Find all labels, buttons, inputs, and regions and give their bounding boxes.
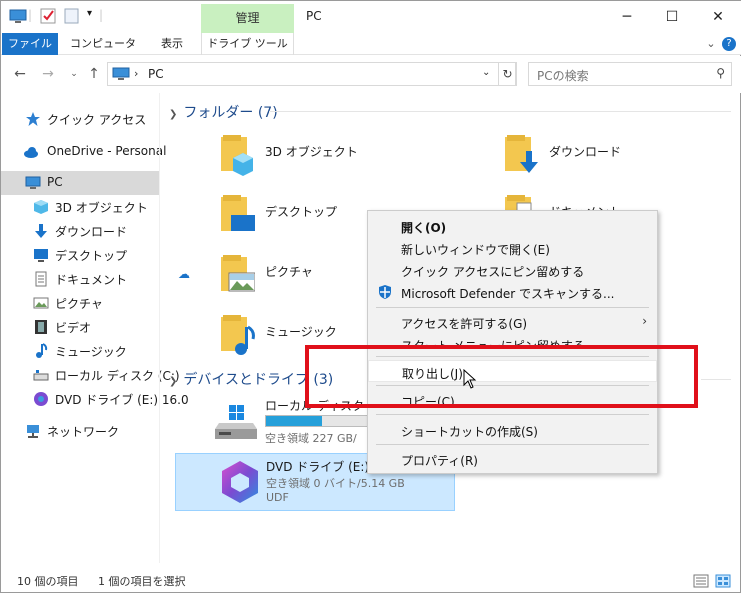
mouse-cursor-icon bbox=[463, 369, 477, 389]
desktop-icon bbox=[34, 249, 48, 262]
close-button[interactable]: ✕ bbox=[695, 3, 741, 31]
network-icon bbox=[27, 425, 39, 438]
search-input[interactable]: PCの検索 ⚲ bbox=[528, 62, 732, 86]
group-divider bbox=[269, 111, 731, 112]
sidebar-item-desktop[interactable]: デスクトップ bbox=[1, 243, 159, 267]
sidebar-item-music[interactable]: ミュージック bbox=[1, 339, 159, 363]
title-bar: | ▾ | 管理 PC ─ ☐ ✕ bbox=[1, 1, 741, 33]
explorer-window: | ▾ | 管理 PC ─ ☐ ✕ ファイル コンピューター 表示 ドライブ ツ… bbox=[0, 0, 741, 593]
folders-group-header[interactable]: ❯ フォルダー (7) bbox=[169, 102, 278, 122]
selection-count: 1 個の項目を選択 bbox=[98, 575, 186, 588]
menu-item-properties[interactable]: プロパティ(R) bbox=[368, 448, 657, 470]
large-icons-view-icon[interactable] bbox=[715, 574, 731, 588]
collapse-chevron-icon[interactable]: ❯ bbox=[169, 109, 177, 120]
minimize-button[interactable]: ─ bbox=[604, 3, 650, 31]
tab-drive-tools[interactable]: ドライブ ツール bbox=[201, 33, 294, 55]
pc-icon bbox=[25, 176, 41, 189]
pane-divider[interactable] bbox=[159, 93, 160, 563]
maximize-button[interactable]: ☐ bbox=[649, 3, 695, 31]
menu-item-give-access[interactable]: アクセスを許可する(G) › bbox=[368, 311, 657, 333]
sidebar-item-downloads[interactable]: ダウンロード bbox=[1, 219, 159, 243]
back-arrow-icon[interactable]: ← bbox=[11, 65, 29, 83]
disk-icon bbox=[33, 370, 49, 381]
title-divider: | bbox=[28, 8, 33, 22]
menu-item-pin-quick-access[interactable]: クイック アクセスにピン留めする bbox=[368, 259, 657, 281]
download-icon bbox=[35, 224, 47, 238]
tab-file[interactable]: ファイル bbox=[2, 33, 58, 55]
sidebar-item-quick-access[interactable]: クイック アクセス bbox=[1, 107, 159, 131]
refresh-button[interactable]: ↻ bbox=[498, 62, 517, 86]
picture-folder-icon bbox=[221, 255, 255, 292]
office-icon bbox=[222, 461, 258, 503]
address-dropdown-icon[interactable]: ⌄ bbox=[482, 67, 490, 78]
tab-computer[interactable]: コンピューター bbox=[65, 33, 141, 71]
defender-shield-icon bbox=[379, 285, 391, 299]
sidebar-item-pictures[interactable]: ピクチャ bbox=[1, 291, 159, 315]
cube-folder-icon bbox=[221, 135, 253, 176]
recent-locations-chevron-icon[interactable]: ⌄ bbox=[65, 65, 83, 83]
sidebar-item-videos[interactable]: ビデオ bbox=[1, 315, 159, 339]
cloud-icon bbox=[24, 147, 38, 158]
navigation-pane: クイック アクセス OneDrive - Personal PC 3D オブジェ… bbox=[1, 93, 189, 563]
sidebar-item-onedrive[interactable]: OneDrive - Personal bbox=[1, 140, 166, 164]
title-divider: | bbox=[99, 8, 104, 22]
breadcrumb-separator[interactable]: › bbox=[134, 67, 138, 80]
menu-separator bbox=[376, 307, 649, 308]
menu-separator bbox=[376, 414, 649, 415]
search-icon: ⚲ bbox=[716, 66, 725, 80]
item-count: 10 個の項目 bbox=[17, 575, 79, 588]
windows-disk-icon bbox=[215, 405, 257, 439]
menu-item-defender-scan[interactable]: Microsoft Defender でスキャンする... bbox=[368, 281, 657, 303]
status-bar: 10 個の項目 1 個の項目を選択 bbox=[1, 569, 741, 593]
tab-view[interactable]: 表示 bbox=[151, 33, 193, 55]
sidebar-item-3d-objects[interactable]: 3D オブジェクト bbox=[1, 195, 159, 219]
manage-context-tab[interactable]: 管理 bbox=[201, 4, 294, 33]
help-icon[interactable]: ? bbox=[722, 37, 736, 51]
desktop-folder-icon bbox=[221, 195, 255, 231]
address-bar[interactable]: › PC ⌄ bbox=[107, 62, 516, 86]
menu-item-open-new-window[interactable]: 新しいウィンドウで開く(E) bbox=[368, 237, 657, 259]
collapse-chevron-icon[interactable]: ❯ bbox=[169, 376, 177, 387]
search-placeholder: PCの検索 bbox=[537, 69, 589, 83]
sidebar-item-local-disk[interactable]: ローカル ディスク (C:) bbox=[1, 363, 180, 387]
group-divider bbox=[701, 379, 731, 380]
music-icon bbox=[36, 343, 48, 358]
download-folder-icon bbox=[505, 135, 538, 173]
picture-icon bbox=[33, 297, 49, 309]
breadcrumb-pc[interactable]: PC bbox=[148, 67, 164, 81]
properties-icon[interactable] bbox=[39, 7, 57, 25]
up-arrow-icon[interactable]: ↑ bbox=[85, 65, 103, 83]
navigation-bar: ← → ⌄ ↑ › PC ⌄ ↻ PCの検索 ⚲ bbox=[1, 56, 741, 93]
music-folder-icon bbox=[221, 315, 255, 355]
pc-icon bbox=[112, 67, 130, 80]
video-icon bbox=[35, 320, 47, 334]
window-title: PC bbox=[306, 9, 322, 23]
context-menu: 開く(O) 新しいウィンドウで開く(E) クイック アクセスにピン留めする Mi… bbox=[367, 210, 658, 474]
new-folder-icon[interactable] bbox=[63, 7, 81, 25]
sidebar-item-network[interactable]: ネットワーク bbox=[1, 419, 159, 443]
menu-item-create-shortcut[interactable]: ショートカットの作成(S) bbox=[368, 419, 657, 441]
forward-arrow-icon[interactable]: → bbox=[39, 65, 57, 83]
menu-item-open[interactable]: 開く(O) bbox=[368, 215, 657, 237]
star-icon bbox=[26, 112, 40, 126]
submenu-arrow-icon: › bbox=[642, 314, 647, 328]
details-view-icon[interactable] bbox=[693, 574, 709, 588]
sidebar-item-documents[interactable]: ドキュメント bbox=[1, 267, 159, 291]
menu-separator bbox=[376, 444, 649, 445]
pc-icon bbox=[9, 9, 27, 23]
cloud-status-icon: ☁ bbox=[178, 267, 190, 281]
ribbon-tabs: ファイル コンピューター 表示 ドライブ ツール ⌄ ? bbox=[1, 33, 741, 71]
customize-qa-dropdown-icon[interactable]: ▾ bbox=[87, 8, 92, 19]
document-icon bbox=[35, 271, 47, 287]
sidebar-item-pc[interactable]: PC bbox=[1, 171, 159, 195]
dvd-icon bbox=[34, 392, 48, 406]
sidebar-item-dvd-drive[interactable]: DVD ドライブ (E:) 16.0 bbox=[1, 387, 189, 411]
highlight-box bbox=[305, 345, 698, 408]
expand-ribbon-icon[interactable]: ⌄ bbox=[703, 36, 719, 52]
cube-icon bbox=[34, 200, 48, 214]
